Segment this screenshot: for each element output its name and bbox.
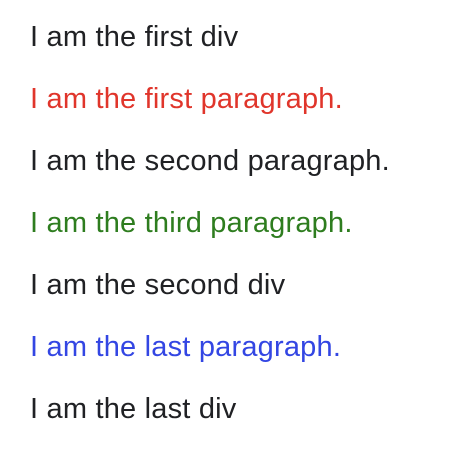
- second-paragraph: I am the second paragraph.: [30, 145, 390, 177]
- third-paragraph: I am the third paragraph.: [30, 207, 353, 239]
- second-div: I am the second div: [30, 269, 286, 301]
- last-div: I am the last div: [30, 393, 237, 425]
- content-area: I am the first div I am the first paragr…: [30, 18, 450, 452]
- first-div: I am the first div: [30, 21, 239, 53]
- last-paragraph: I am the last paragraph.: [30, 331, 342, 363]
- first-paragraph: I am the first paragraph.: [30, 83, 343, 115]
